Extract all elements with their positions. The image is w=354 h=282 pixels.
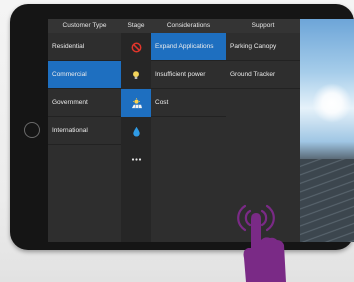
- stage-item-water[interactable]: [121, 117, 151, 145]
- customer-type-commercial[interactable]: Commercial: [48, 61, 121, 89]
- stage-item-solar[interactable]: [121, 89, 151, 117]
- no-entry-icon: [131, 42, 141, 52]
- column-filler: [48, 145, 121, 242]
- support-ground-tracker[interactable]: Ground Tracker: [226, 61, 300, 89]
- solar-field-photo: [300, 19, 354, 242]
- customer-type-column: Customer Type Residential Commercial Gov…: [48, 19, 121, 242]
- more-dots-icon: [131, 157, 141, 161]
- solar-panels-image: [300, 159, 354, 242]
- customer-type-government[interactable]: Government: [48, 89, 121, 117]
- app-screen: Customer Type Residential Commercial Gov…: [48, 19, 354, 242]
- stage-item-no-entry[interactable]: [121, 33, 151, 61]
- customer-type-international[interactable]: International: [48, 117, 121, 145]
- column-filler: [121, 173, 151, 242]
- stage-column: Stage: [121, 19, 151, 242]
- stage-item-lightbulb[interactable]: [121, 61, 151, 89]
- support-parking-canopy[interactable]: Parking Canopy: [226, 33, 300, 61]
- stage-item-more[interactable]: [121, 145, 151, 173]
- home-button[interactable]: [24, 122, 40, 138]
- customer-type-header: Customer Type: [48, 19, 121, 33]
- water-drop-icon: [132, 126, 140, 137]
- stage-header: Stage: [121, 19, 151, 33]
- considerations-header: Considerations: [151, 19, 226, 33]
- sun-glare: [312, 83, 352, 123]
- tablet-device: Customer Type Residential Commercial Gov…: [10, 4, 354, 250]
- customer-type-residential[interactable]: Residential: [48, 33, 121, 61]
- tap-gesture-hand-icon: [237, 204, 286, 282]
- consideration-expand-applications[interactable]: Expand Applications: [151, 33, 226, 61]
- consideration-cost[interactable]: Cost: [151, 89, 226, 117]
- consideration-insufficient-power[interactable]: Insufficient power: [151, 61, 226, 89]
- column-filler: [151, 117, 226, 242]
- considerations-column: Considerations Expand Applications Insuf…: [151, 19, 226, 242]
- solar-panel-sun-icon: [131, 97, 142, 108]
- support-header: Support: [226, 19, 300, 33]
- lightbulb-icon: [133, 70, 139, 79]
